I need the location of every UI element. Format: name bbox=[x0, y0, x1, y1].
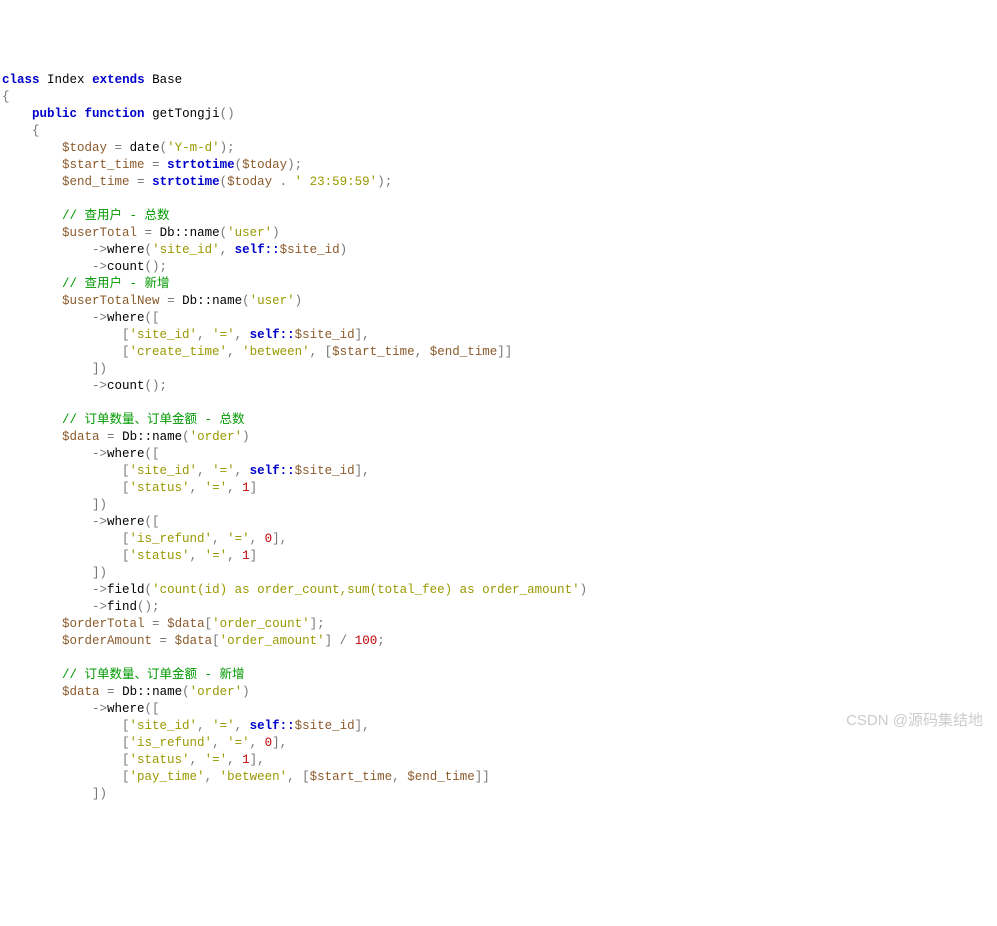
keyword-public: public bbox=[32, 107, 77, 121]
comment-user-total: // 查用户 - 总数 bbox=[62, 209, 170, 223]
method-name: getTongji bbox=[152, 107, 220, 121]
keyword-class: class bbox=[2, 73, 40, 87]
comment-order-total: // 订单数量、订单金额 - 总数 bbox=[62, 413, 245, 427]
watermark: CSDN @源码集结地 bbox=[846, 712, 983, 729]
class-name-index: Index bbox=[47, 73, 85, 87]
keyword-extends: extends bbox=[92, 73, 145, 87]
class-name-base: Base bbox=[152, 73, 182, 87]
comment-order-new: // 订单数量、订单金额 - 新增 bbox=[62, 668, 245, 682]
code-block: class Index extends Base { public functi… bbox=[2, 72, 997, 803]
comment-user-new: // 查用户 - 新增 bbox=[62, 277, 170, 291]
keyword-function: function bbox=[85, 107, 145, 121]
